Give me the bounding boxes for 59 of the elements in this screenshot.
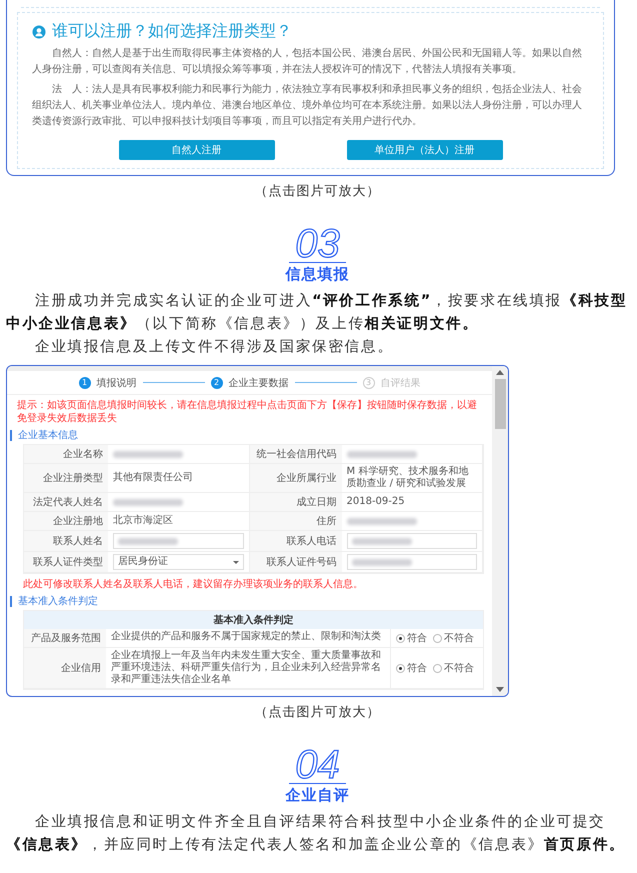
section-heading: 信息填报 <box>286 265 350 284</box>
step-number: 1 <box>78 376 90 388</box>
table-title: 基本准入条件判定 <box>24 611 483 629</box>
article-paragraph: 注册成功并完成实名认证的企业可进入“评价工作系统”，按要求在线填报《科技型中小企业信息表》（以下简称《信息表》）及上传相关证明文件。 <box>6 292 628 334</box>
criteria-label: 产品及服务范围 <box>24 629 106 648</box>
field-value: M 科学研究、技术服务和地质勘查业 / 研究和试验发展 <box>346 466 470 490</box>
card-paragraph: 法 人：法人是具有民事权利能力和民事行为能力，依法独立享有民事权利和承担民事义务的组织，包括企业法人、社会组织法人、机关事业单位法人。境内单位、港澳台地区单位、境外单位均可在本系统注册。如果以法人身份注册，可以办理人类遗传资源行政审批、可以申报科技计划项目等事项，而且可以指定有关用户进行代办。 <box>32 82 583 129</box>
section-heading: 企业自评 <box>286 786 350 805</box>
image-caption: （点击图片可放大） <box>254 183 380 200</box>
section-number: 03 <box>289 226 346 263</box>
step-label: 企业主要数据 <box>228 376 288 390</box>
step-number: 3 <box>362 376 374 388</box>
criteria-label: 企业信用 <box>24 648 106 689</box>
field-label: 联系人电话 <box>250 531 342 552</box>
card-paragraph: 自然人：自然人是基于出生而取得民事主体资格的人，包括本国公民、港澳台居民、外国公民和无国籍人等。如果以自然人身份注册，可以查阅有关信息、可以填报众筹等事项，并在法人授权许可的情况下，代替法人填报有关事项。 <box>32 46 583 77</box>
notice-text: 提示：如该页面信息填报时间较长，请在信息填报过程中点击页面下方【保存】按钮随时保存数据，以避免登录失效后数据丢失 <box>16 398 478 425</box>
scrollbar[interactable] <box>492 366 508 696</box>
field-value: 北京市海淀区 <box>113 515 173 527</box>
option-label[interactable]: 不符合 <box>444 631 474 645</box>
field-label: 联系人姓名 <box>24 531 108 552</box>
field-label: 企业所属行业 <box>250 464 342 493</box>
option-label[interactable]: 符合 <box>407 631 427 645</box>
criteria-text: 企业提供的产品和服务不属于国家规定的禁止、限制和淘汰类 <box>106 629 391 648</box>
field-label: 住所 <box>250 512 342 531</box>
radio-button[interactable] <box>433 664 442 672</box>
input-field[interactable] <box>346 533 477 549</box>
option-label[interactable]: 符合 <box>407 661 427 675</box>
article-paragraph: 企业填报信息和证明文件齐全且自评结果符合科技型中小企业条件的企业可提交《信息表》，并应同时上传有法定代表人签名和加盖企业公章的《信息表》首页原件。 <box>6 812 626 855</box>
option-label[interactable]: 不符合 <box>444 661 474 675</box>
user-icon <box>32 24 46 38</box>
blurred-value <box>346 450 416 458</box>
field-value: 2018-09-25 <box>346 496 405 508</box>
radio-button[interactable] <box>396 664 405 672</box>
image-caption: （点击图片可放大） <box>254 704 380 721</box>
field-label: 法定代表人姓名 <box>24 493 108 512</box>
field-label: 联系人证件号码 <box>250 552 342 573</box>
field-label: 企业注册类型 <box>24 464 108 493</box>
step-number: 2 <box>210 376 222 388</box>
radio-button[interactable] <box>396 634 405 642</box>
blurred-value <box>346 518 416 524</box>
field-label: 成立日期 <box>250 493 342 512</box>
step-label: 自评结果 <box>380 376 420 390</box>
section-number: 04 <box>289 747 346 784</box>
field-label: 企业名称 <box>24 445 108 464</box>
field-label: 联系人证件类型 <box>24 552 108 573</box>
field-label: 统一社会信用代码 <box>250 445 342 464</box>
input-field[interactable] <box>113 533 244 549</box>
blurred-value <box>113 450 183 458</box>
note-text: 此处可修改联系人姓名及联系人电话，建议留存办理该项业务的联系人信息。 <box>22 578 364 591</box>
card-title: 谁可以注册？如何选择注册类型？ <box>52 21 292 42</box>
select-field[interactable]: 居民身份证 <box>113 554 244 570</box>
article-paragraph: 企业填报信息及上传文件不得涉及国家保密信息。 <box>34 338 395 357</box>
radio-button[interactable] <box>433 634 442 642</box>
blurred-value <box>113 498 183 506</box>
step-label: 填报说明 <box>96 376 136 390</box>
field-label: 企业注册地 <box>24 512 108 531</box>
criteria-text: 企业在填报上一年及当年内未发生重大安全、重大质量事故和严重环境违法、科研严重失信行为，且企业未列入经营异常名录和严重违法失信企业名单 <box>106 648 391 689</box>
field-value: 其他有限责任公司 <box>113 472 193 484</box>
input-field[interactable] <box>346 554 477 570</box>
